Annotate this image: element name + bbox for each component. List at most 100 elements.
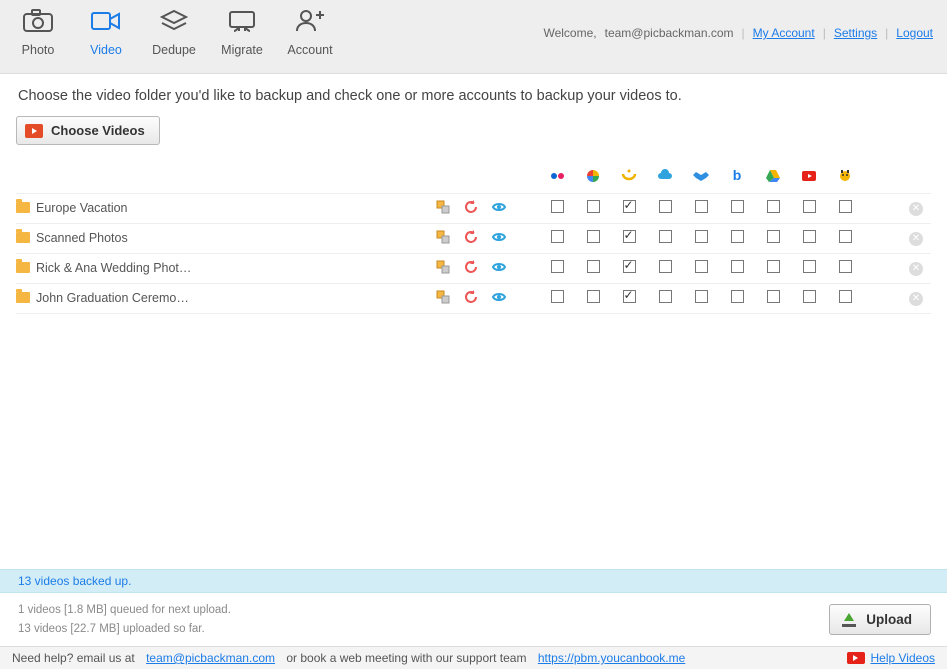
separator: | [885, 26, 888, 40]
status-line-2: 13 videos [22.7 MB] uploaded so far. [18, 620, 231, 638]
service-checkbox-google-drive[interactable] [767, 260, 780, 273]
delete-row-icon[interactable]: ✕ [909, 232, 923, 246]
service-checkbox-box[interactable] [731, 290, 744, 303]
copy-icon[interactable] [435, 259, 451, 275]
service-checkbox-google-photos[interactable] [587, 200, 600, 213]
retry-icon[interactable] [463, 229, 479, 245]
folder-icon [16, 202, 30, 213]
folders-table: b Europe Vacation ✕ Scanned Photos ✕ Rick & … [16, 163, 931, 314]
folder-icon [16, 262, 30, 273]
service-checkbox-dropbox[interactable] [695, 200, 708, 213]
footer-middle: or book a web meeting with our support t… [286, 651, 526, 665]
camera-icon [22, 8, 54, 37]
service-checkbox-youtube[interactable] [803, 290, 816, 303]
service-checkbox-dropbox[interactable] [695, 260, 708, 273]
dropbox-icon [692, 167, 710, 185]
service-checkbox-flickr[interactable] [551, 230, 564, 243]
service-checkbox-other[interactable] [839, 290, 852, 303]
folder-icon [16, 292, 30, 303]
upload-icon [842, 613, 856, 627]
service-checkbox-skydrive[interactable] [659, 290, 672, 303]
delete-row-icon[interactable]: ✕ [909, 262, 923, 276]
footer: Need help? email us at team@picbackman.c… [0, 646, 947, 669]
folder-name-cell[interactable]: John Graduation Ceremo… [16, 283, 429, 313]
nav-dedupe[interactable]: Dedupe [150, 8, 198, 57]
logout-link[interactable]: Logout [896, 26, 933, 40]
preview-icon[interactable] [491, 259, 507, 275]
retry-icon[interactable] [463, 259, 479, 275]
service-checkbox-google-drive[interactable] [767, 290, 780, 303]
box-icon: b [728, 167, 746, 185]
folder-icon [16, 232, 30, 243]
service-checkbox-other[interactable] [839, 200, 852, 213]
service-checkbox-smugmug[interactable] [623, 200, 636, 213]
service-checkbox-youtube[interactable] [803, 200, 816, 213]
table-row: John Graduation Ceremo… ✕ [16, 283, 931, 313]
svg-text:b: b [733, 167, 742, 183]
service-checkbox-flickr[interactable] [551, 200, 564, 213]
help-videos-link[interactable]: Help Videos [871, 651, 936, 665]
service-checkbox-google-photos[interactable] [587, 290, 600, 303]
preview-icon[interactable] [491, 199, 507, 215]
service-checkbox-skydrive[interactable] [659, 200, 672, 213]
other-service-icon [836, 167, 854, 185]
service-checkbox-dropbox[interactable] [695, 290, 708, 303]
service-checkbox-flickr[interactable] [551, 290, 564, 303]
copy-icon[interactable] [435, 289, 451, 305]
service-checkbox-box[interactable] [731, 260, 744, 273]
my-account-link[interactable]: My Account [753, 26, 815, 40]
copy-icon[interactable] [435, 199, 451, 215]
retry-icon[interactable] [463, 199, 479, 215]
settings-link[interactable]: Settings [834, 26, 877, 40]
upload-label: Upload [866, 612, 912, 627]
folder-name-cell[interactable]: Rick & Ana Wedding Phot… [16, 253, 429, 283]
delete-row-icon[interactable]: ✕ [909, 202, 923, 216]
nav-photo[interactable]: Photo [14, 8, 62, 57]
service-checkbox-box[interactable] [731, 200, 744, 213]
choose-videos-button[interactable]: Choose Videos [16, 116, 160, 145]
service-checkbox-other[interactable] [839, 260, 852, 273]
status-row: 1 videos [1.8 MB] queued for next upload… [0, 593, 947, 646]
service-checkbox-google-photos[interactable] [587, 230, 600, 243]
instruction-text: Choose the video folder you'd like to ba… [0, 74, 947, 116]
footer-email-link[interactable]: team@picbackman.com [146, 651, 275, 665]
welcome-email: team@picbackman.com [605, 26, 734, 40]
copy-icon[interactable] [435, 229, 451, 245]
service-checkbox-smugmug[interactable] [623, 290, 636, 303]
status-text: 1 videos [1.8 MB] queued for next upload… [18, 601, 231, 638]
delete-row-icon[interactable]: ✕ [909, 292, 923, 306]
service-checkbox-flickr[interactable] [551, 260, 564, 273]
service-checkbox-smugmug[interactable] [623, 230, 636, 243]
service-checkbox-smugmug[interactable] [623, 260, 636, 273]
google-photos-icon [584, 167, 602, 185]
service-checkbox-google-drive[interactable] [767, 230, 780, 243]
nav-label: Photo [22, 43, 55, 57]
nav-migrate[interactable]: Migrate [218, 8, 266, 57]
service-checkbox-skydrive[interactable] [659, 260, 672, 273]
nav-label: Migrate [221, 43, 263, 57]
service-checkbox-box[interactable] [731, 230, 744, 243]
services-header-row: b [16, 163, 931, 193]
nav-label: Video [90, 43, 122, 57]
service-checkbox-youtube[interactable] [803, 260, 816, 273]
footer-booking-link[interactable]: https://pbm.youcanbook.me [538, 651, 685, 665]
service-checkbox-google-photos[interactable] [587, 260, 600, 273]
retry-icon[interactable] [463, 289, 479, 305]
service-checkbox-youtube[interactable] [803, 230, 816, 243]
play-icon [25, 124, 43, 138]
upload-button[interactable]: Upload [829, 604, 931, 635]
folder-name-cell[interactable]: Europe Vacation [16, 193, 429, 223]
service-checkbox-other[interactable] [839, 230, 852, 243]
folder-name-cell[interactable]: Scanned Photos [16, 223, 429, 253]
nav-account[interactable]: Account [286, 8, 334, 57]
service-checkbox-google-drive[interactable] [767, 200, 780, 213]
preview-icon[interactable] [491, 229, 507, 245]
service-checkbox-skydrive[interactable] [659, 230, 672, 243]
preview-icon[interactable] [491, 289, 507, 305]
smugmug-icon [620, 167, 638, 185]
nav-video[interactable]: Video [82, 8, 130, 57]
toolbar-nav: Photo Video Dedupe Migrate Account [14, 8, 334, 57]
status-line-1: 1 videos [1.8 MB] queued for next upload… [18, 601, 231, 619]
service-checkbox-dropbox[interactable] [695, 230, 708, 243]
account-icon [294, 8, 326, 37]
